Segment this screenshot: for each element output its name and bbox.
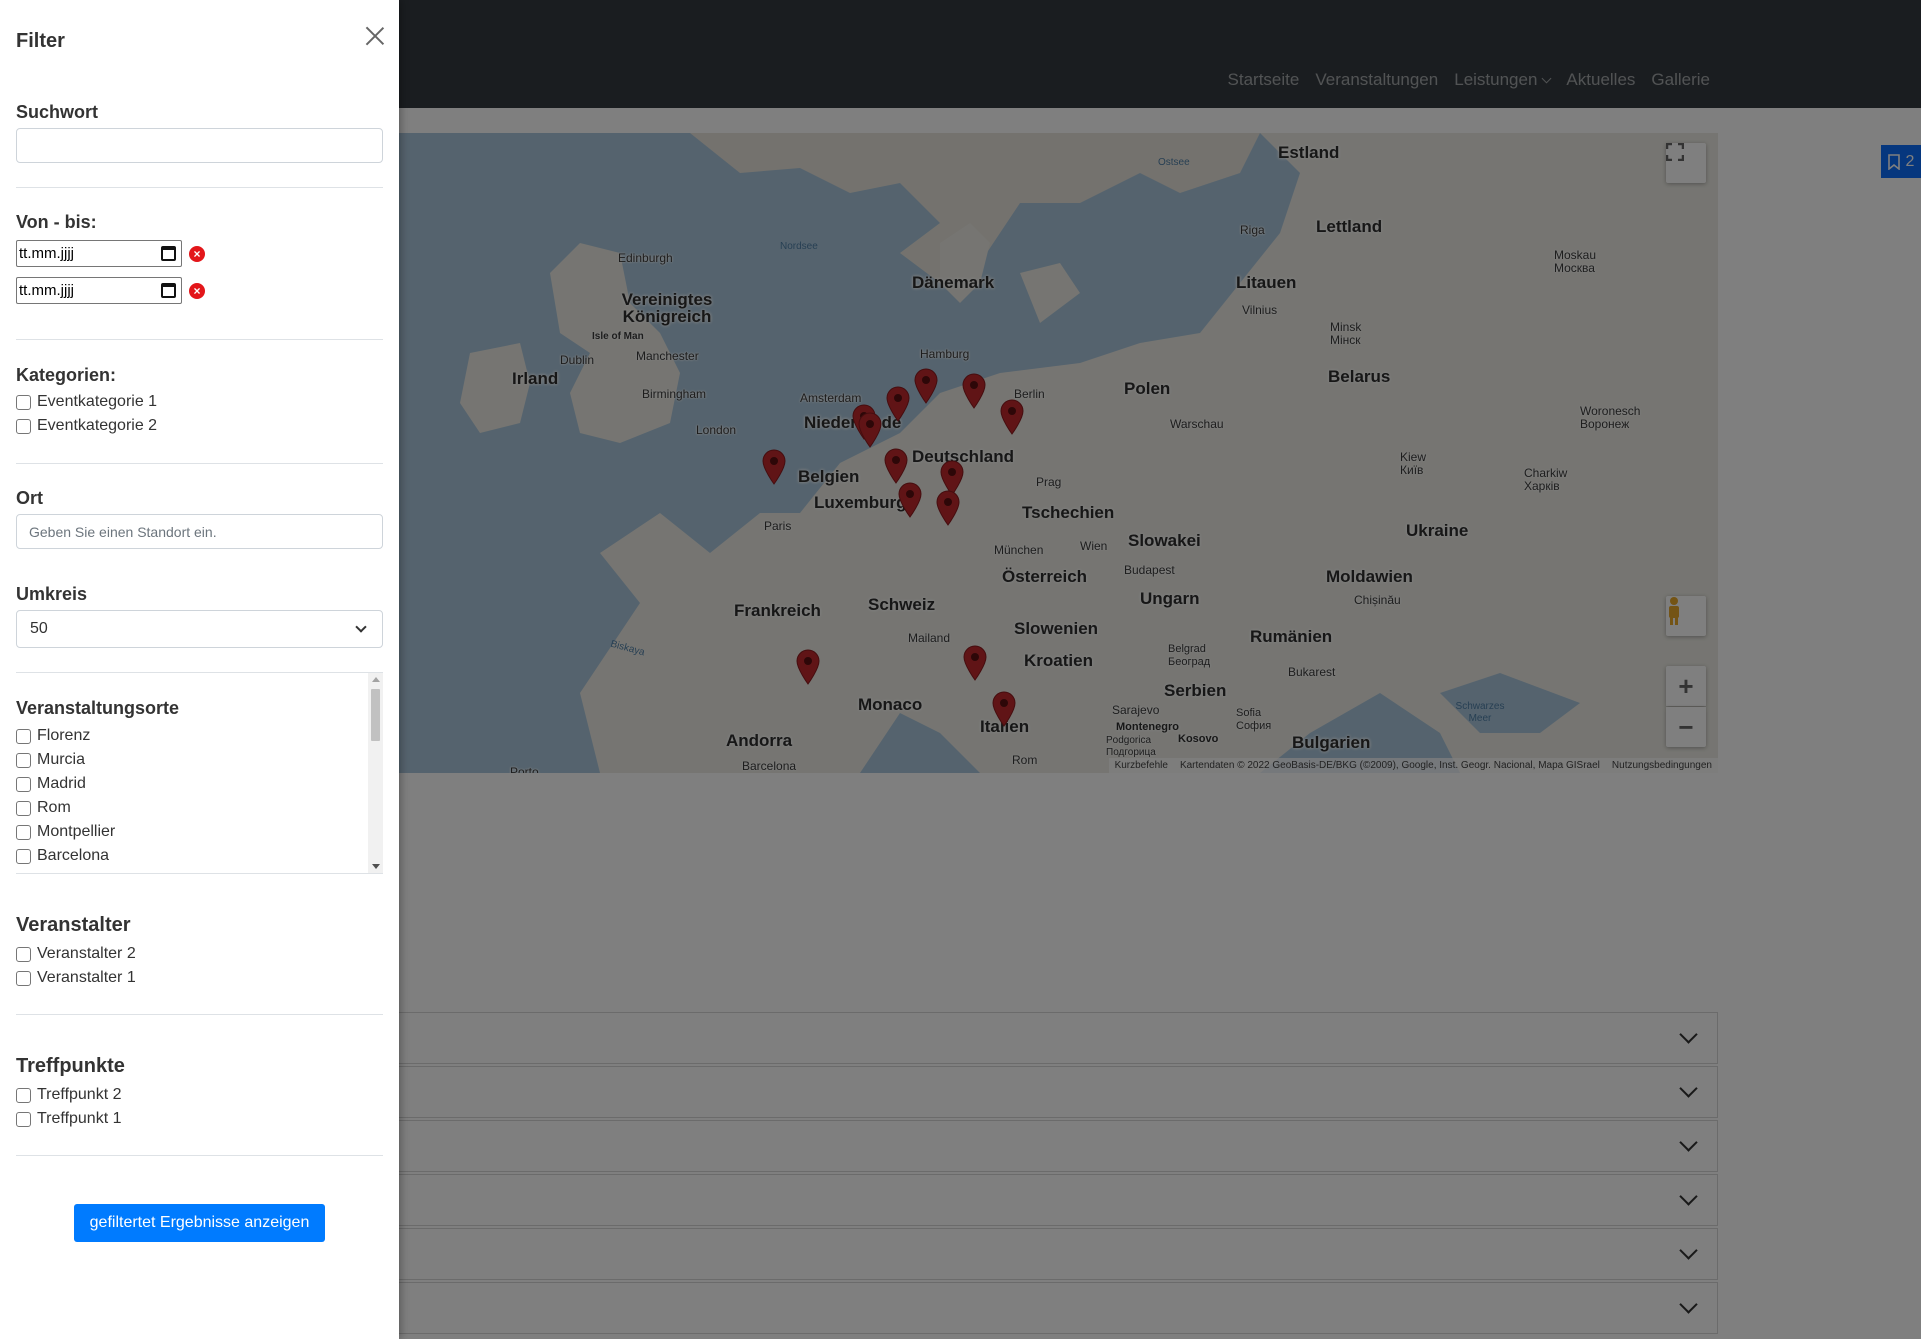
radius-value: 50 — [30, 620, 48, 637]
checkbox-label: Veranstalter 1 — [37, 969, 136, 986]
checkbox-label: Treffpunkt 2 — [37, 1086, 122, 1103]
close-icon[interactable] — [362, 22, 388, 48]
checkbox[interactable] — [16, 970, 31, 986]
category-checkbox[interactable]: Eventkategorie 2 — [16, 417, 157, 435]
venue-checkbox[interactable]: Barcelona — [16, 847, 109, 865]
suchwort-label: Suchwort — [16, 102, 99, 122]
venue-checkbox[interactable]: Rom — [16, 799, 71, 817]
venue-list[interactable]: Veranstaltungsorte Florenz Murcia Madrid… — [16, 672, 383, 874]
checkbox-label: Rom — [37, 799, 71, 816]
checkbox[interactable] — [16, 1111, 31, 1127]
checkbox-label: Florenz — [37, 727, 91, 744]
checkbox-label: Eventkategorie 1 — [37, 393, 158, 410]
organizer-checkbox[interactable]: Veranstalter 1 — [16, 969, 136, 987]
calendar-icon[interactable] — [161, 283, 176, 298]
location-input[interactable]: Geben Sie einen Standort ein. — [16, 514, 383, 549]
clear-date-to-icon[interactable]: × — [189, 283, 205, 299]
radius-select[interactable]: 50 — [16, 610, 383, 648]
checkbox[interactable] — [16, 946, 31, 962]
divider — [16, 1014, 383, 1015]
treffpunkte-label: Treffpunkte — [16, 1055, 125, 1077]
filter-title: Filter — [16, 30, 65, 52]
checkbox-label: Montpellier — [37, 823, 116, 840]
location-placeholder: Geben Sie einen Standort ein. — [29, 523, 217, 540]
calendar-icon[interactable] — [161, 246, 176, 261]
checkbox-label: Barcelona — [37, 847, 110, 864]
checkbox[interactable] — [16, 418, 31, 434]
venue-checkbox[interactable]: Madrid — [16, 775, 86, 793]
date-to-input[interactable]: tt.mm.jjjj — [16, 277, 182, 304]
checkbox[interactable] — [16, 728, 31, 744]
date-range-label: Von - bis: — [16, 212, 97, 232]
scroll-down-icon[interactable] — [372, 864, 380, 869]
organizer-checkbox[interactable]: Veranstalter 2 — [16, 945, 136, 963]
checkbox-label: Murcia — [37, 751, 86, 768]
checkbox[interactable] — [16, 394, 31, 410]
category-checkbox[interactable]: Eventkategorie 1 — [16, 393, 157, 411]
divider — [16, 1155, 383, 1156]
umkreis-label: Umkreis — [16, 584, 88, 604]
checkbox[interactable] — [16, 848, 31, 864]
checkbox-label: Veranstalter 2 — [37, 945, 136, 962]
divider — [16, 187, 383, 188]
meeting-point-checkbox[interactable]: Treffpunkt 2 — [16, 1086, 122, 1104]
date-from-input[interactable]: tt.mm.jjjj — [16, 240, 182, 267]
clear-date-from-icon[interactable]: × — [189, 246, 205, 262]
checkbox-label: Treffpunkt 1 — [37, 1110, 122, 1127]
veranstalter-label: Veranstalter — [16, 914, 131, 936]
scrollbar-thumb[interactable] — [371, 689, 380, 741]
date-to-placeholder: tt.mm.jjjj — [19, 282, 74, 299]
date-from-placeholder: tt.mm.jjjj — [19, 245, 74, 262]
chevron-down-icon — [355, 621, 367, 633]
kategorien-label: Kategorien: — [16, 365, 117, 385]
veranstaltungsorte-label: Veranstaltungsorte — [16, 698, 180, 718]
checkbox[interactable] — [16, 1087, 31, 1103]
venue-checkbox[interactable]: Florenz — [16, 727, 90, 745]
filter-sidebar: Filter Suchwort Von - bis: tt.mm.jjjj × … — [0, 0, 399, 1339]
divider — [16, 339, 383, 340]
venue-checkbox[interactable]: Murcia — [16, 751, 85, 769]
divider — [16, 463, 383, 464]
scroll-up-icon[interactable] — [372, 677, 380, 682]
ort-label: Ort — [16, 488, 43, 508]
checkbox[interactable] — [16, 776, 31, 792]
apply-filter-button[interactable]: gefiltertet Ergebnisse anzeigen — [74, 1204, 325, 1242]
meeting-point-checkbox[interactable]: Treffpunkt 1 — [16, 1110, 122, 1128]
venue-list-scrollbar[interactable] — [368, 673, 383, 873]
checkbox[interactable] — [16, 800, 31, 816]
checkbox-label: Madrid — [37, 775, 86, 792]
search-input[interactable] — [16, 128, 383, 163]
checkbox-label: Eventkategorie 2 — [37, 417, 158, 434]
checkbox[interactable] — [16, 824, 31, 840]
checkbox[interactable] — [16, 752, 31, 768]
venue-checkbox[interactable]: Montpellier — [16, 823, 115, 841]
